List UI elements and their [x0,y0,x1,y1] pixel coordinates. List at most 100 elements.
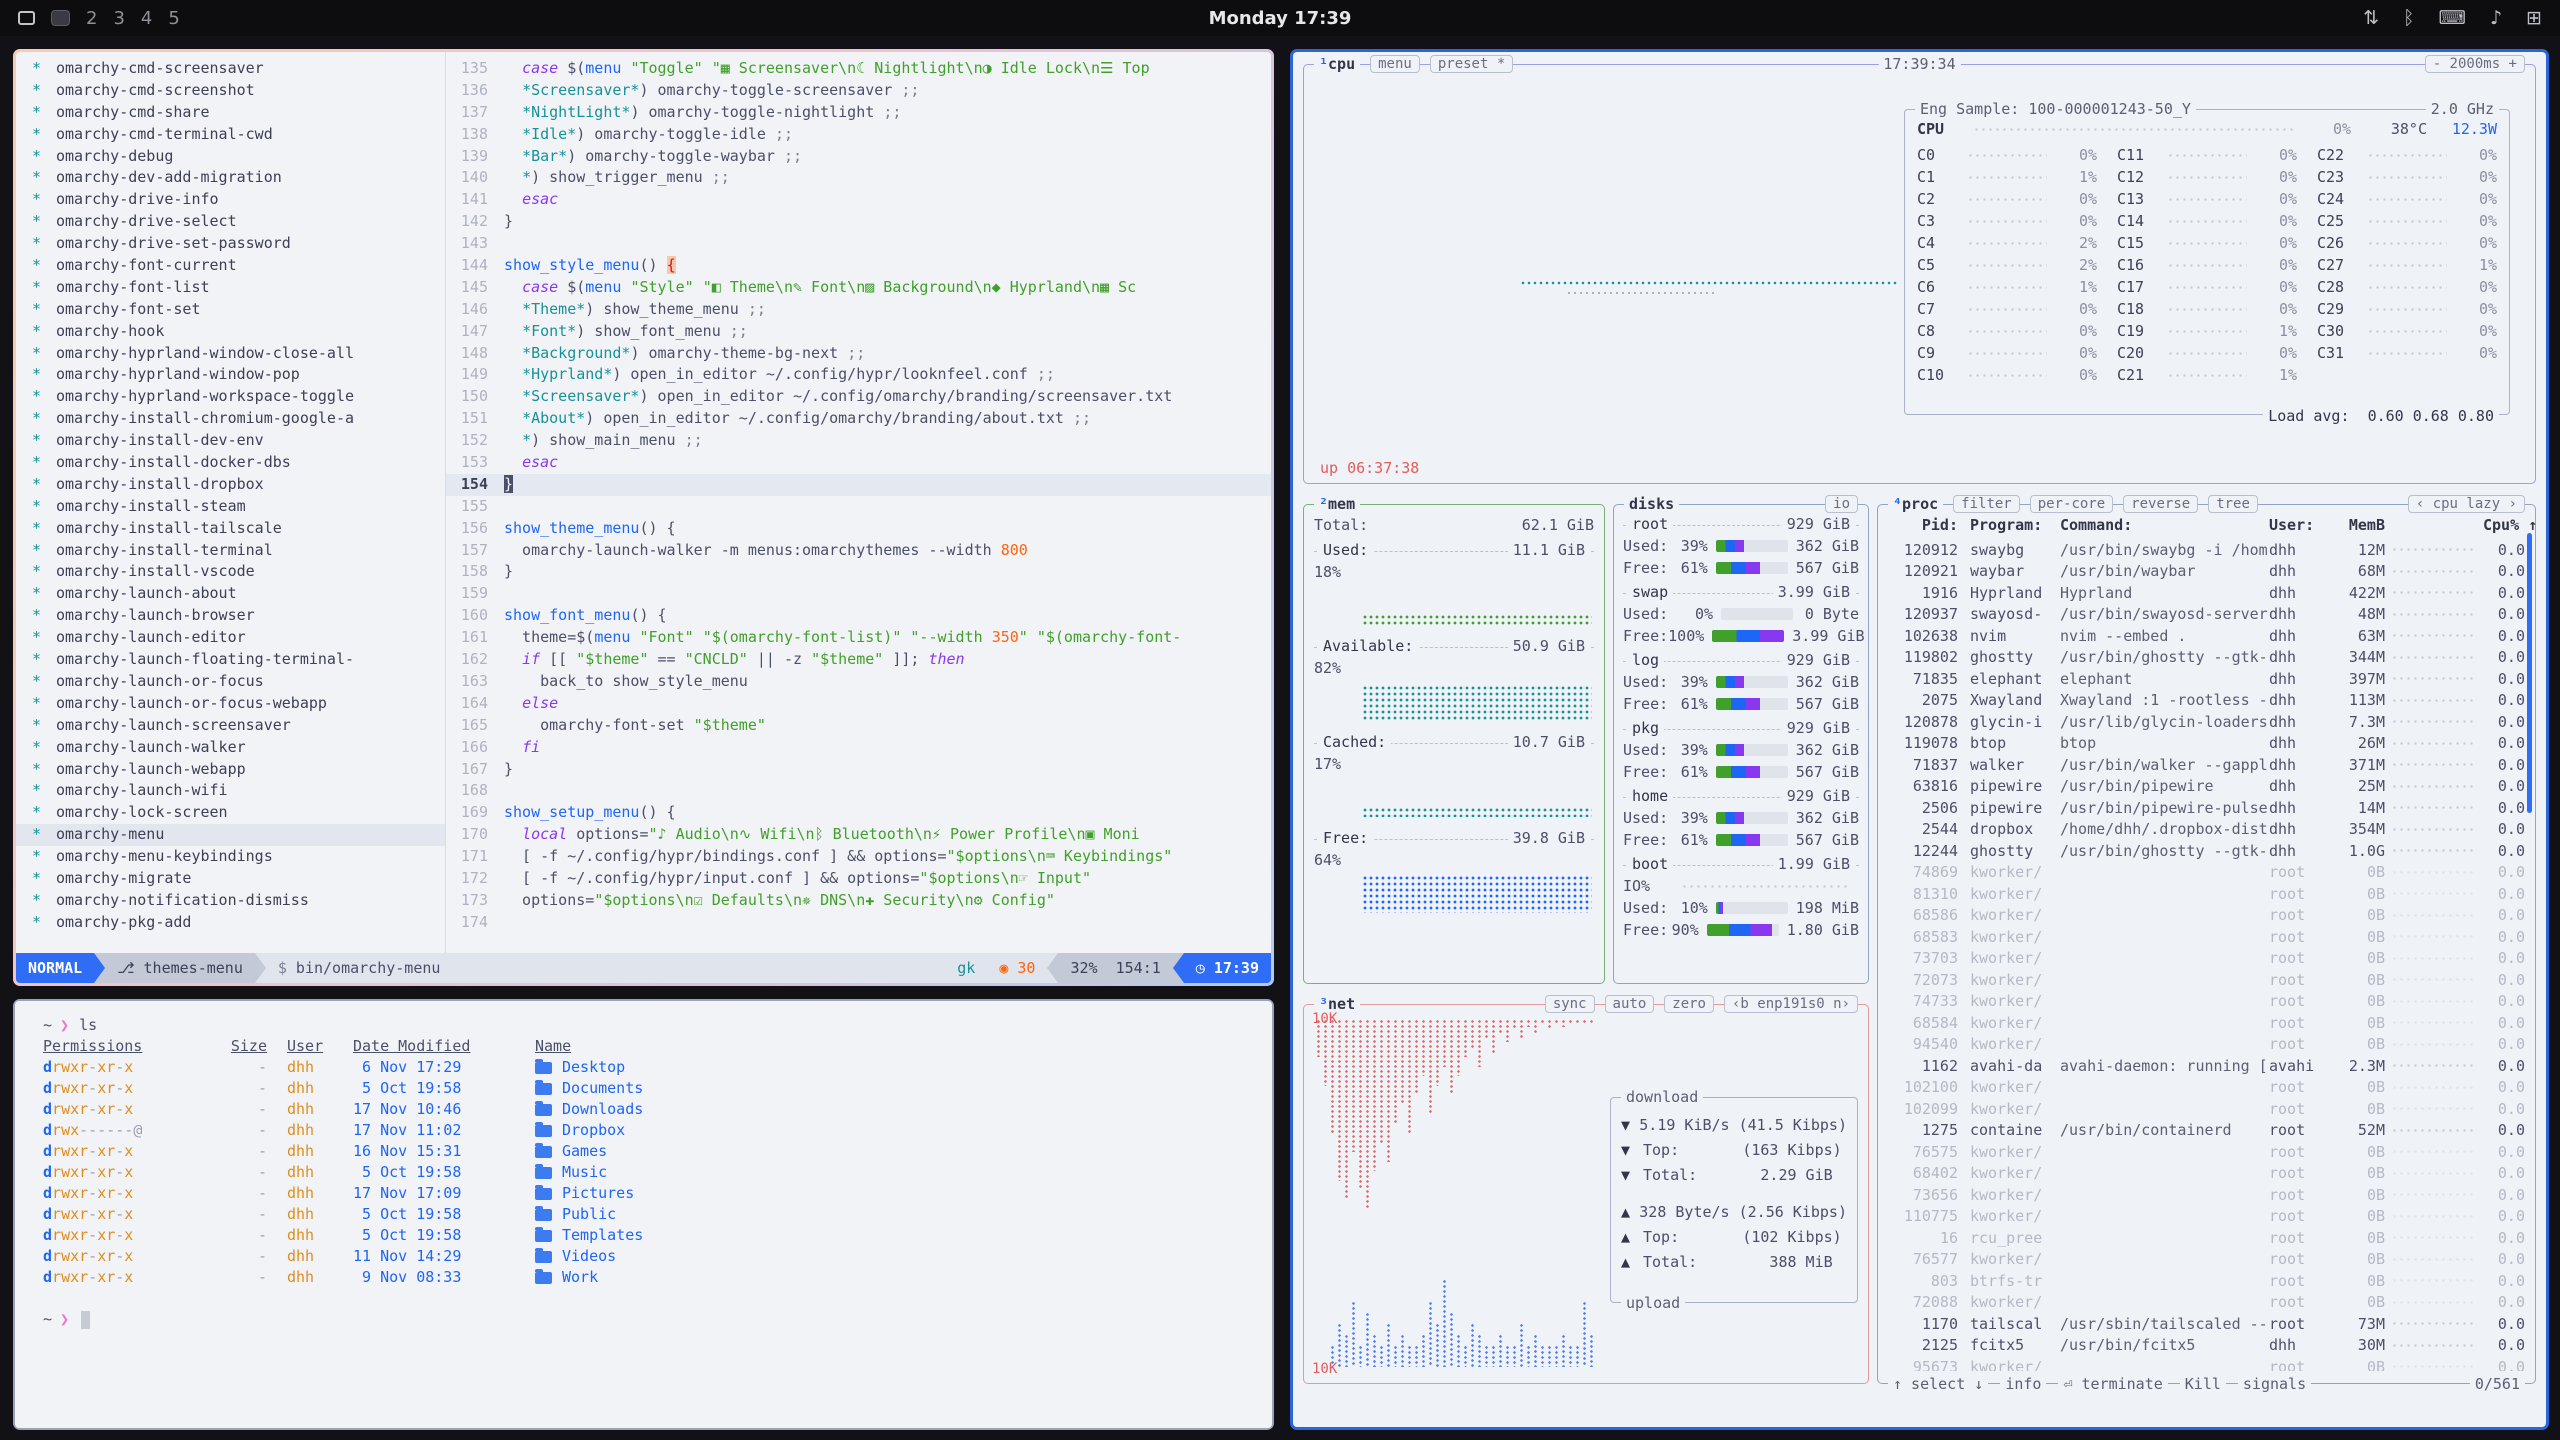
file-list-item[interactable]: *omarchy-hyprland-window-pop [16,364,445,386]
process-row[interactable]: 1275containe/usr/bin/containerdroot52M0.… [1888,1120,2525,1142]
process-row[interactable]: 74869kworker/root0B0.0 [1888,862,2525,884]
process-row[interactable]: 76577kworker/root0B0.0 [1888,1249,2525,1271]
disks-box-title[interactable]: disks [1624,495,1679,513]
process-row[interactable]: 119802ghostty/usr/bin/ghostty --gtk-dhh3… [1888,647,2525,669]
file-list-item[interactable]: *omarchy-launch-or-focus-webapp [16,693,445,715]
proc-scrollbar[interactable] [2527,533,2532,813]
file-list-item[interactable]: *omarchy-launch-browser [16,605,445,627]
file-list-item[interactable]: *omarchy-hook [16,321,445,343]
process-row[interactable]: 73656kworker/root0B0.0 [1888,1184,2525,1206]
keyboard-icon[interactable]: ⌨ [2439,7,2466,29]
file-list-item[interactable]: *omarchy-drive-select [16,211,445,233]
process-row[interactable]: 63816pipewire/usr/bin/pipewiredhh25M0.0 [1888,776,2525,798]
file-list-item[interactable]: *omarchy-cmd-screensaver [16,58,445,80]
process-row[interactable]: 72088kworker/root0B0.0 [1888,1292,2525,1314]
file-list-item[interactable]: *omarchy-cmd-share [16,102,445,124]
process-row[interactable]: 71835elephantelephantdhh397M0.0 [1888,668,2525,690]
process-row[interactable]: 2125fcitx5/usr/bin/fcitx5dhh30M0.0 [1888,1335,2525,1357]
file-list-item[interactable]: *omarchy-launch-walker [16,737,445,759]
file-list-item[interactable]: *omarchy-launch-about [16,583,445,605]
file-list-item[interactable]: *omarchy-migrate [16,868,445,890]
process-row[interactable]: 68402kworker/root0B0.0 [1888,1163,2525,1185]
proc-action-info[interactable]: info [2000,1375,2046,1393]
file-list-item[interactable]: *omarchy-notification-dismiss [16,890,445,912]
share-icon[interactable]: ⇅ [2363,7,2379,29]
process-row[interactable]: 120921waybar/usr/bin/waybardhh68M0.0 [1888,561,2525,583]
process-row[interactable]: 1916HyprlandHyprlanddhh422M0.0 [1888,582,2525,604]
process-row[interactable]: 102099kworker/root0B0.0 [1888,1098,2525,1120]
process-row[interactable]: 119078btopbtopdhh26M0.0 [1888,733,2525,755]
net-control-sync[interactable]: sync [1545,995,1595,1013]
file-list-item[interactable]: *omarchy-launch-floating-terminal- [16,649,445,671]
file-list-item[interactable]: *omarchy-install-terminal [16,540,445,562]
file-list-item[interactable]: *omarchy-install-dev-env [16,430,445,452]
file-list-item[interactable]: *omarchy-pkg-add [16,912,445,934]
file-list-item[interactable]: *omarchy-drive-set-password [16,233,445,255]
process-row[interactable]: 71837walker/usr/bin/walker --gappldhh371… [1888,754,2525,776]
file-list-item[interactable]: *omarchy-menu [16,824,445,846]
process-row[interactable]: 72073kworker/root0B0.0 [1888,969,2525,991]
volume-icon[interactable]: ♪ [2490,7,2502,29]
file-list-item[interactable]: *omarchy-hyprland-window-close-all [16,343,445,365]
file-list-item[interactable]: *omarchy-hyprland-workspace-toggle [16,386,445,408]
file-list-item[interactable]: *omarchy-install-dropbox [16,474,445,496]
process-row[interactable]: 2544dropbox/home/dhh/.dropbox-distdhh354… [1888,819,2525,841]
proc-action--terminate[interactable]: ⏎ terminate [2058,1375,2167,1393]
proc-action-Kill[interactable]: Kill [2180,1375,2226,1393]
file-list-item[interactable]: *omarchy-install-docker-dbs [16,452,445,474]
apps-icon[interactable]: ⊞ [2526,7,2542,29]
file-list-item[interactable]: *omarchy-font-set [16,299,445,321]
file-list-item[interactable]: *omarchy-launch-or-focus [16,671,445,693]
file-list-item[interactable]: *omarchy-font-current [16,255,445,277]
workspace-3[interactable]: 3 [113,8,124,29]
process-row[interactable]: 68583kworker/root0B0.0 [1888,926,2525,948]
net-control--b-enp191s0-n-[interactable]: ‹b enp191s0 n› [1724,995,1858,1013]
process-row[interactable]: 73703kworker/root0B0.0 [1888,948,2525,970]
process-row[interactable]: 74733kworker/root0B0.0 [1888,991,2525,1013]
process-row[interactable]: 68584kworker/root0B0.0 [1888,1012,2525,1034]
net-control-zero[interactable]: zero [1664,995,1714,1013]
file-list-item[interactable]: *omarchy-lock-screen [16,802,445,824]
proc-action--select-[interactable]: ↑ select ↓ [1888,1375,1988,1393]
file-list-item[interactable]: *omarchy-install-tailscale [16,518,445,540]
code-pane[interactable]: 135 case $(menu "Toggle" "▦ Screensaver\… [446,52,1271,953]
process-row[interactable]: 120912swaybg/usr/bin/swaybg -i /homdhh12… [1888,539,2525,561]
preset-button[interactable]: preset * [1430,55,1513,73]
process-row[interactable]: 68586kworker/root0B0.0 [1888,905,2525,927]
sort-control[interactable]: ‹ cpu lazy › [2408,495,2525,513]
proc-control-filter[interactable]: filter [1953,495,2020,513]
proc-box-title[interactable]: ⁴proc [1888,495,1943,513]
process-row[interactable]: 120878glycin-i/usr/lib/glycin-loadersdhh… [1888,711,2525,733]
workspace-2[interactable]: 2 [86,8,97,29]
process-row[interactable]: 16rcu_preeroot0B0.0 [1888,1227,2525,1249]
process-row[interactable]: 2506pipewire/usr/bin/pipewire-pulsedhh14… [1888,797,2525,819]
cpu-box-title[interactable]: ¹cpu [1314,55,1360,73]
process-row[interactable]: 1162avahi-daavahi-daemon: running [avahi… [1888,1055,2525,1077]
file-list[interactable]: *omarchy-cmd-screensaver*omarchy-cmd-scr… [16,52,446,953]
process-row[interactable]: 120937swayosd-/usr/bin/swayosd-serverdhh… [1888,604,2525,626]
file-list-item[interactable]: *omarchy-cmd-terminal-cwd [16,124,445,146]
workspace-4[interactable]: 4 [141,8,152,29]
file-list-item[interactable]: *omarchy-launch-editor [16,627,445,649]
proc-control-per-core[interactable]: per-core [2030,495,2113,513]
workspace-5[interactable]: 5 [168,8,179,29]
file-list-item[interactable]: *omarchy-menu-keybindings [16,846,445,868]
process-row[interactable]: 12244ghostty/usr/bin/ghostty --gtk-dhh1.… [1888,840,2525,862]
terminal-body[interactable]: ~❯ls PermissionsSizeUserDate ModifiedNam… [15,1001,1272,1330]
net-control-auto[interactable]: auto [1605,995,1655,1013]
file-list-item[interactable]: *omarchy-debug [16,146,445,168]
file-list-item[interactable]: *omarchy-install-steam [16,496,445,518]
clock[interactable]: Monday 17:39 [1209,8,1352,29]
update-interval-control[interactable]: - 2000ms + [2425,55,2525,73]
process-row[interactable]: 2075XwaylandXwayland :1 -rootless -dhh11… [1888,690,2525,712]
file-list-item[interactable]: *omarchy-install-chromium-google-a [16,408,445,430]
menu-button[interactable]: menu [1370,55,1420,73]
file-list-item[interactable]: *omarchy-install-vscode [16,561,445,583]
file-list-item[interactable]: *omarchy-launch-screensaver [16,715,445,737]
io-mode-button[interactable]: io [1825,495,1858,513]
file-list-item[interactable]: *omarchy-drive-info [16,189,445,211]
file-list-item[interactable]: *omarchy-launch-wifi [16,780,445,802]
file-list-item[interactable]: *omarchy-font-list [16,277,445,299]
file-list-item[interactable]: *omarchy-launch-webapp [16,759,445,781]
proc-control-tree[interactable]: tree [2208,495,2258,513]
